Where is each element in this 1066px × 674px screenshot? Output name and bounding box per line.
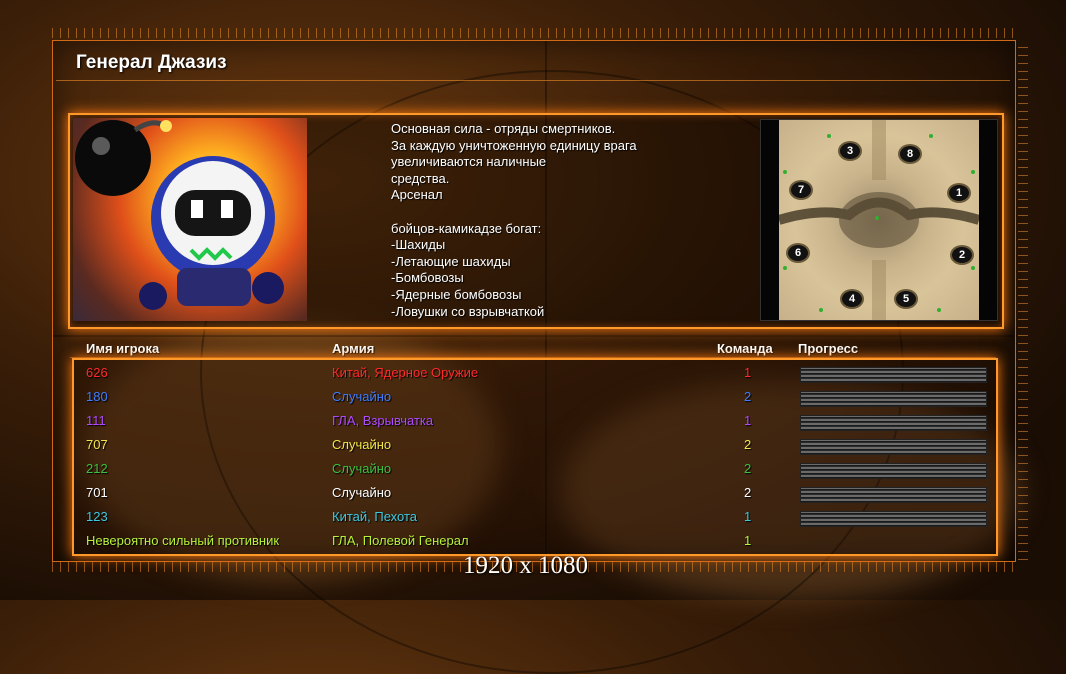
player-row: 212 Случайно 2 <box>0 457 1066 481</box>
minimap-slot[interactable]: 2 <box>950 245 974 265</box>
minimap-slot[interactable]: 6 <box>786 243 810 263</box>
player-progress-bar <box>800 415 987 431</box>
player-army: Китай, Ядерное Оружие <box>332 365 479 380</box>
player-name: Невероятно сильный противник <box>86 533 280 548</box>
minimap[interactable]: 3 8 7 1 6 2 4 5 <box>760 119 998 321</box>
player-team: 1 <box>744 509 752 524</box>
player-name: 180 <box>86 389 108 404</box>
minimap-slot[interactable]: 8 <box>898 144 922 164</box>
minimap-resource <box>971 266 975 270</box>
player-progress-bar <box>800 391 987 407</box>
player-team: 2 <box>744 389 752 404</box>
player-name: 626 <box>86 365 108 380</box>
player-row: 626 Китай, Ядерное Оружие 1 <box>0 361 1066 385</box>
minimap-slot[interactable]: 7 <box>789 180 813 200</box>
minimap-resource <box>929 134 933 138</box>
player-progress-bar <box>800 511 987 527</box>
player-army: Случайно <box>332 389 392 404</box>
player-row: 701 Случайно 2 <box>0 481 1066 505</box>
minimap-resource <box>819 308 823 312</box>
minimap-ridges <box>779 120 979 320</box>
resolution-label: 1920 x 1080 <box>463 552 588 579</box>
player-team: 2 <box>744 461 752 476</box>
general-description: Основная сила - отряды смертников. За ка… <box>391 121 637 319</box>
player-progress-bar <box>800 439 987 455</box>
minimap-slot[interactable]: 1 <box>947 183 971 203</box>
column-header-army: Армия <box>332 341 375 356</box>
column-header-team: Команда <box>717 341 773 356</box>
player-army: Случайно <box>332 437 392 452</box>
minimap-resource <box>827 134 831 138</box>
divider <box>56 80 1010 81</box>
player-army: Случайно <box>332 485 392 500</box>
minimap-terrain: 3 8 7 1 6 2 4 5 <box>779 120 979 320</box>
top-ruler <box>52 28 1014 38</box>
player-name: 111 <box>86 413 106 428</box>
player-row: 123 Китай, Пехота 1 <box>0 505 1066 529</box>
general-title: Генерал Джазиз <box>76 52 227 73</box>
minimap-resource <box>971 170 975 174</box>
column-header-progress: Прогресс <box>798 341 859 356</box>
player-team: 2 <box>744 437 752 452</box>
player-progress-bar <box>800 463 987 479</box>
player-army: ГЛА, Полевой Генерал <box>332 533 469 548</box>
player-row: 111 ГЛА, Взрывчатка 1 <box>0 409 1066 433</box>
player-row: 707 Случайно 2 <box>0 433 1066 457</box>
minimap-slot[interactable]: 4 <box>840 289 864 309</box>
player-progress-bar <box>800 487 987 503</box>
player-row: 180 Случайно 2 <box>0 385 1066 409</box>
player-army: ГЛА, Взрывчатка <box>332 413 434 428</box>
minimap-resource <box>783 170 787 174</box>
minimap-resource <box>875 216 879 220</box>
minimap-resource <box>783 266 787 270</box>
player-name: 707 <box>86 437 108 452</box>
player-name: 123 <box>86 509 108 524</box>
player-team: 1 <box>744 365 752 380</box>
player-name: 701 <box>86 485 108 500</box>
player-team: 1 <box>744 413 752 428</box>
player-team: 1 <box>744 533 752 548</box>
general-portrait <box>73 118 307 321</box>
minimap-resource <box>937 308 941 312</box>
bomberman-portrait-icon <box>75 120 284 310</box>
player-progress-bar <box>800 367 987 383</box>
player-team: 2 <box>744 485 752 500</box>
player-name: 212 <box>86 461 108 476</box>
player-row: Невероятно сильный противник ГЛА, Полевой… <box>0 529 1066 553</box>
column-header-name: Имя игрока <box>86 341 160 356</box>
minimap-slot[interactable]: 3 <box>838 141 862 161</box>
player-army: Китай, Пехота <box>332 509 417 524</box>
player-army: Случайно <box>332 461 392 476</box>
minimap-slot[interactable]: 5 <box>894 289 918 309</box>
